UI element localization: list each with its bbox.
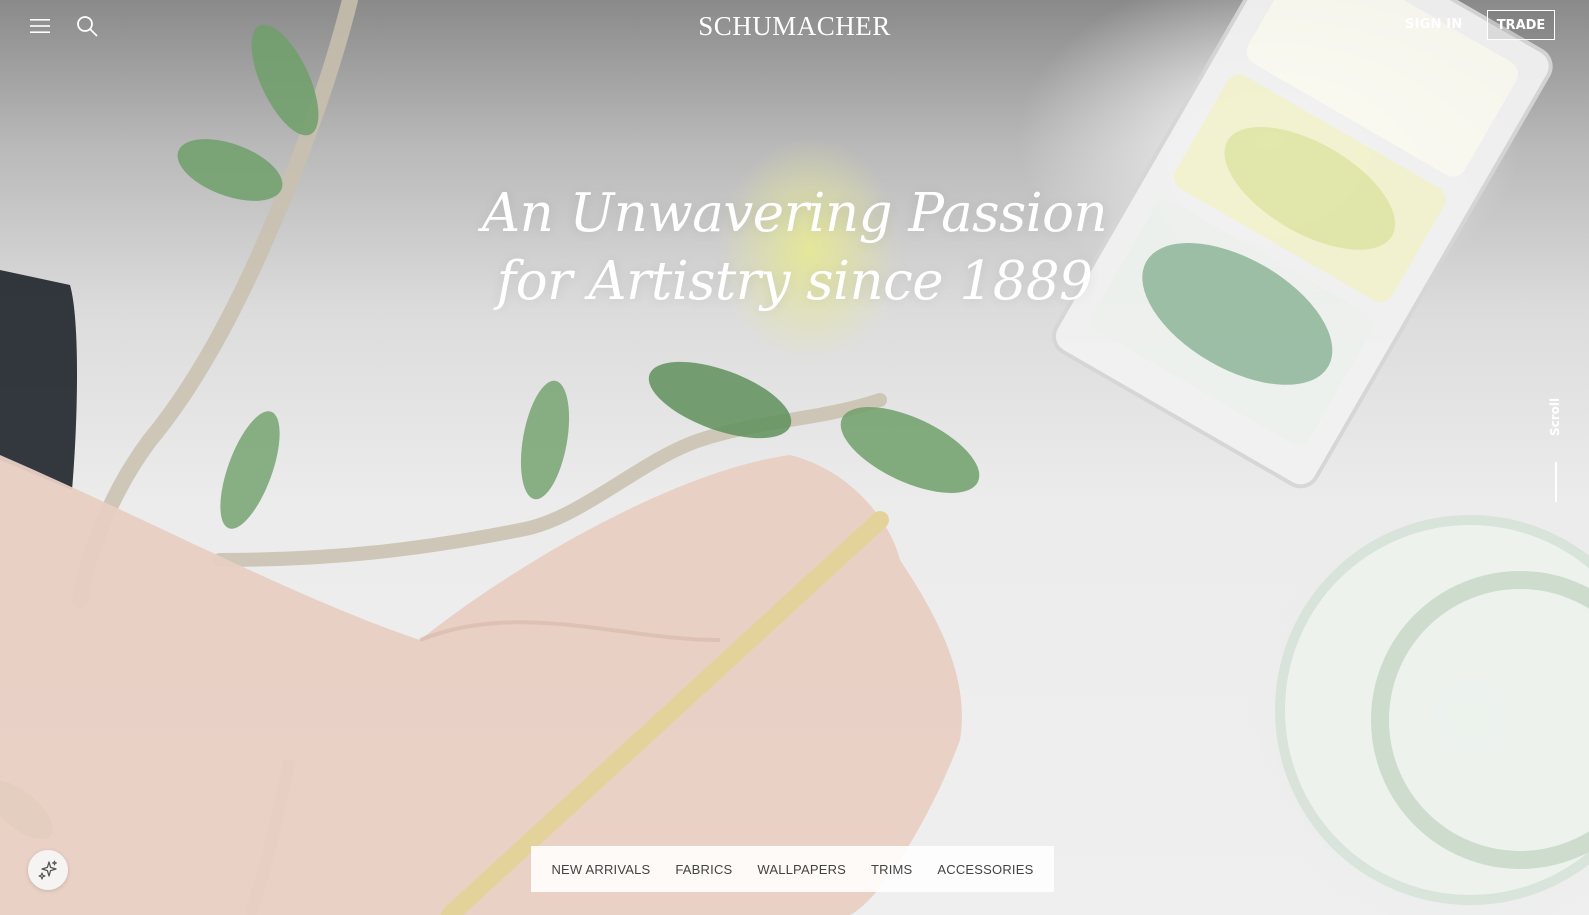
hero-headline-line-2: for Artistry since 1889 [496,251,1093,312]
scroll-label: Scroll [1548,397,1562,436]
category-navigation: NEW ARRIVALS FABRICS WALLPAPERS TRIMS AC… [531,846,1054,892]
nav-item-trims[interactable]: TRIMS [871,862,912,877]
nav-item-wallpapers[interactable]: WALLPAPERS [757,862,846,877]
scroll-line [1555,462,1557,502]
hero-background [0,0,1589,915]
trade-button[interactable]: TRADE [1487,10,1555,40]
nav-item-accessories[interactable]: ACCESSORIES [937,862,1033,877]
hero-painting-image [0,0,1589,915]
scroll-indicator[interactable]: Scroll [1542,398,1570,520]
sign-in-link[interactable]: SIGN IN [1405,17,1462,32]
brand-logo[interactable]: SCHUMACHER [0,11,1589,42]
hero-headline-line-1: An Unwavering Passion [481,183,1108,244]
sparkles-icon[interactable] [28,850,68,890]
nav-item-new-arrivals[interactable]: NEW ARRIVALS [551,862,650,877]
nav-item-fabrics[interactable]: FABRICS [675,862,732,877]
hero-headline: An Unwavering Passion for Artistry since… [0,180,1589,316]
top-navigation-bar: SCHUMACHER SIGN IN TRADE [0,0,1589,52]
